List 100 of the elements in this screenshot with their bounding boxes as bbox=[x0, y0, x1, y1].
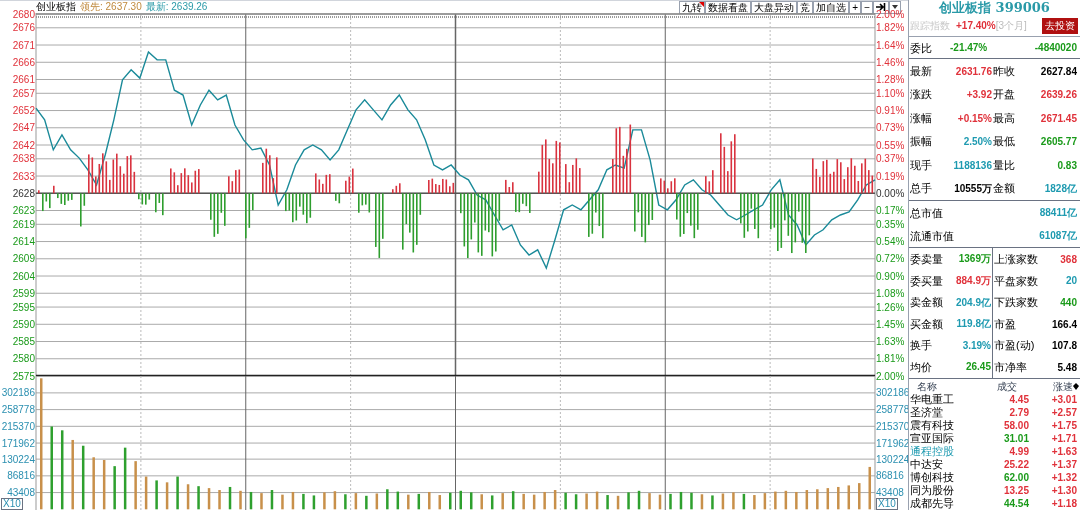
stock-price: 25.22 bbox=[1002, 458, 1029, 471]
field-value: 2627.84 bbox=[1039, 64, 1078, 79]
field-value: +0.15% bbox=[956, 111, 992, 126]
field-label: 涨跌 bbox=[910, 87, 933, 103]
field-value: 166.4 bbox=[1050, 317, 1078, 332]
field-value: 204.9亿 bbox=[946, 291, 993, 314]
field-label: 上涨家数 bbox=[994, 252, 1039, 267]
axis-label: 1.28% bbox=[876, 74, 905, 85]
axis-label: 1.63% bbox=[876, 336, 905, 347]
field-label: 流通市值 bbox=[910, 228, 954, 244]
stock-speed: +3.01 bbox=[1050, 393, 1077, 406]
axis-label: 1.10% bbox=[876, 87, 905, 99]
stock-speed: +2.57 bbox=[1050, 406, 1077, 419]
axis-label: 2.00% bbox=[876, 8, 905, 20]
field-label: 最低 bbox=[993, 134, 1016, 150]
axis-label: 2642 bbox=[12, 139, 35, 151]
axis-label: 2604 bbox=[12, 270, 35, 282]
axis-label: 0.35% bbox=[876, 218, 905, 230]
axis-label: 86816 bbox=[7, 470, 35, 482]
axis-label: 215370 bbox=[1, 420, 35, 432]
stock-speed: +1.32 bbox=[1050, 471, 1077, 484]
column-header: 名称 bbox=[917, 379, 938, 394]
column-header: 成交 bbox=[996, 379, 1018, 394]
stock-speed: +1.71 bbox=[1050, 432, 1077, 445]
field-label: 最高 bbox=[993, 110, 1016, 126]
axis-label: 2623 bbox=[12, 205, 35, 216]
field-label: 买金额 bbox=[910, 316, 944, 332]
field-label: 均价 bbox=[910, 359, 933, 375]
field-label: 总市值 bbox=[910, 205, 943, 221]
field-label: 换手 bbox=[910, 338, 933, 354]
field-value: 26.45 bbox=[946, 356, 993, 378]
field-label: 最新 bbox=[910, 63, 933, 79]
stock-price: 13.25 bbox=[1002, 484, 1029, 497]
axis-label: 2671 bbox=[12, 39, 35, 51]
stock-speed: +1.18 bbox=[1050, 497, 1077, 510]
stock-price: 4.99 bbox=[1008, 445, 1029, 458]
axis-label: 1.08% bbox=[876, 287, 905, 299]
axis-label: 0.91% bbox=[876, 105, 905, 117]
field-value: 119.8亿 bbox=[946, 313, 993, 335]
field-value: 1369万 bbox=[946, 248, 993, 271]
axis-label: 2585 bbox=[12, 336, 35, 347]
stock-speed: +1.30 bbox=[1050, 484, 1077, 497]
field-label: 总手 bbox=[910, 181, 933, 197]
axis-label: 0.73% bbox=[876, 122, 905, 134]
field-value: 2.50% bbox=[962, 135, 992, 150]
axis-label: 2666 bbox=[12, 56, 35, 68]
field-value: 88411亿 bbox=[1039, 206, 1077, 221]
field-label: 昨收 bbox=[993, 63, 1016, 79]
field-label: 下跌家数 bbox=[994, 295, 1039, 311]
tracking-change: +17.40% bbox=[956, 19, 996, 34]
field-label: 振幅 bbox=[910, 134, 933, 150]
field-label: 卖金额 bbox=[910, 295, 944, 311]
last-price: 最新: 2639.26 bbox=[145, 1, 208, 13]
axis-label: 2628 bbox=[12, 187, 35, 199]
field-label: 涨幅 bbox=[910, 110, 933, 126]
axis-label: 2661 bbox=[12, 74, 35, 85]
field-value: 884.9万 bbox=[946, 270, 993, 292]
axis-label: 171962 bbox=[876, 437, 908, 449]
axis-label: 2614 bbox=[12, 236, 35, 248]
scale-multiplier: X10 bbox=[876, 498, 898, 510]
field-value: +3.92 bbox=[965, 88, 992, 103]
field-label: 开盘 bbox=[993, 87, 1016, 103]
axis-label: 1.46% bbox=[876, 56, 905, 68]
axis-label: 130224 bbox=[1, 453, 35, 465]
field-value: 0.83 bbox=[1056, 158, 1078, 173]
field-value: -21.47% bbox=[950, 41, 988, 56]
field-value: 2631.76 bbox=[954, 64, 992, 79]
axis-label: 2633 bbox=[12, 170, 35, 182]
field-value: 440 bbox=[1059, 295, 1078, 310]
field-label: 市盈(动) bbox=[994, 338, 1036, 354]
field-value: 1188136 bbox=[952, 158, 992, 173]
axis-label: 171962 bbox=[1, 437, 35, 449]
axis-label: 1.64% bbox=[876, 39, 905, 51]
axis-label: 0.00% bbox=[876, 187, 905, 199]
field-value: 61087亿 bbox=[1039, 229, 1077, 244]
stock-price: 2.79 bbox=[1008, 406, 1029, 419]
axis-label: 2657 bbox=[12, 87, 35, 99]
field-value: 1828亿 bbox=[1043, 182, 1078, 197]
field-value: 10555万 bbox=[953, 182, 992, 197]
field-label: 现手 bbox=[910, 157, 933, 173]
axis-label: 0.55% bbox=[876, 139, 905, 151]
axis-label: 2599 bbox=[12, 287, 35, 299]
axis-label: 1.26% bbox=[876, 301, 905, 313]
axis-label: 0.54% bbox=[876, 236, 905, 248]
stock-speed: +1.75 bbox=[1050, 419, 1077, 432]
stock-price: 4.45 bbox=[1008, 393, 1029, 406]
axis-label: 2590 bbox=[12, 318, 35, 330]
axis-label: 2647 bbox=[12, 122, 35, 134]
axis-label: 2652 bbox=[12, 105, 35, 117]
axis-label: 0.17% bbox=[876, 205, 905, 216]
index-name: 创业板指 bbox=[36, 1, 76, 13]
stock-price: 58.00 bbox=[1002, 419, 1029, 432]
axis-label: 2575 bbox=[12, 370, 35, 382]
axis-label: 1.81% bbox=[876, 353, 905, 365]
field-value: 3.19% bbox=[946, 334, 993, 357]
axis-label: 302186 bbox=[876, 387, 908, 399]
axis-label: 1.82% bbox=[876, 22, 905, 34]
stock-price: 62.00 bbox=[1002, 471, 1029, 484]
stock-price: 44.54 bbox=[1002, 497, 1029, 510]
field-label: 委卖量 bbox=[910, 252, 944, 267]
